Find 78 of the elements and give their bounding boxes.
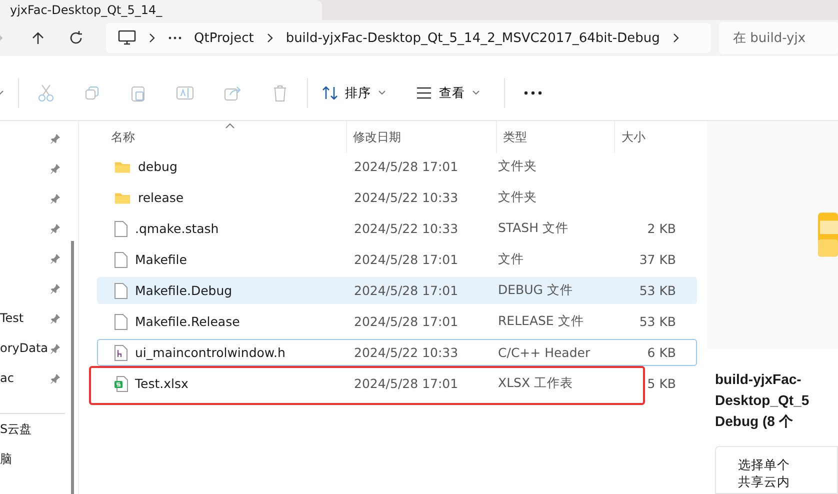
hint-text: 共享云内 — [738, 474, 791, 491]
file-type: 文件 — [497, 251, 525, 268]
file-type: XLSX 工作表 — [497, 375, 574, 392]
sidebar-item[interactable]: 脑 — [0, 450, 12, 468]
file-name: Makefile.Release — [135, 314, 240, 329]
caret-icon — [378, 90, 386, 96]
breadcrumb[interactable]: QtProject — [194, 30, 254, 46]
file-size: 2 KB — [647, 221, 676, 236]
file-type: 文件夹 — [497, 189, 538, 206]
chevron-icon[interactable] — [672, 32, 680, 44]
hint-text: 选择单个 — [738, 457, 791, 474]
file-row[interactable]: ui_maincontrolwindow.h 2024/5/22 10:33 C/C++ Header 6 KB — [97, 339, 697, 366]
file-icon — [114, 314, 128, 330]
folder-icon — [114, 190, 131, 204]
file-type: DEBUG 文件 — [497, 282, 574, 299]
file-size: 5 KB — [647, 376, 676, 391]
file-size: 53 KB — [639, 314, 676, 329]
modified-date: 2024/5/28 17:01 — [353, 376, 460, 391]
file-row[interactable]: release 2024/5/22 10:33 文件夹 — [97, 184, 697, 211]
more-icon[interactable] — [168, 36, 182, 40]
modified-date: 2024/5/28 17:01 — [353, 252, 460, 267]
search-field[interactable]: 在 build-yjx — [719, 22, 838, 54]
modified-date: 2024/5/22 10:33 — [353, 190, 460, 205]
chevron-icon[interactable] — [148, 32, 156, 44]
sidebar-item[interactable]: oryData — [0, 341, 48, 355]
modified-date: 2024/5/28 17:01 — [353, 159, 460, 174]
file-size: 53 KB — [639, 283, 676, 298]
scrollbar[interactable] — [71, 241, 74, 494]
modified-date: 2024/5/22 10:33 — [353, 345, 460, 360]
file-row[interactable]: Test.xlsx 2024/5/28 17:01 XLSX 工作表 5 KB — [97, 370, 697, 397]
file-row[interactable]: Makefile 2024/5/28 17:01 文件 37 KB — [97, 246, 697, 273]
sidebar-item[interactable]: ac — [0, 371, 14, 385]
file-row[interactable]: debug 2024/5/28 17:01 文件夹 — [97, 153, 697, 180]
file-name: debug — [138, 159, 178, 174]
file-icon — [114, 220, 128, 236]
sort-icon — [322, 85, 338, 101]
list-view-icon — [416, 87, 432, 99]
view-button[interactable]: 查看 — [406, 80, 490, 106]
file-name: Makefile — [135, 252, 187, 267]
sidebar-item[interactable]: Test — [0, 311, 24, 325]
file-name: ui_maincontrolwindow.h — [135, 345, 286, 360]
column-header[interactable]: 修改日期 — [346, 121, 496, 153]
refresh-icon[interactable] — [68, 30, 84, 46]
file-row[interactable]: .qmake.stash 2024/5/22 10:33 STASH 文件 2 KB — [97, 215, 697, 242]
spreadsheet-icon — [114, 376, 128, 392]
column-header[interactable]: 大小 — [614, 121, 697, 153]
breadcrumb[interactable]: build-yjxFac-Desktop_Qt_5_14_2_MSVC2017_64bit-Debug — [286, 30, 660, 46]
chevron-icon[interactable] — [266, 32, 274, 44]
file-row[interactable]: Makefile.Release 2024/5/28 17:01 RELEASE 文件 53 KB — [97, 308, 697, 335]
computer-icon[interactable] — [118, 30, 136, 46]
file-type: RELEASE 文件 — [497, 313, 585, 330]
up-arrow-icon[interactable] — [30, 30, 46, 46]
modified-date: 2024/5/22 10:33 — [353, 221, 460, 236]
column-header[interactable]: 名称 — [97, 121, 346, 153]
code-file-icon — [114, 344, 128, 360]
file-type: 文件夹 — [497, 158, 538, 175]
sort-caret-icon — [225, 123, 235, 129]
file-size: 37 KB — [639, 252, 676, 267]
modified-date: 2024/5/28 17:01 — [353, 283, 460, 298]
window-tab[interactable]: yjxFac-Desktop_Qt_5_14_ — [0, 0, 322, 20]
folder-icon — [114, 160, 131, 174]
modified-date: 2024/5/28 17:01 — [353, 314, 460, 329]
column-header[interactable]: 类型 — [496, 121, 614, 153]
file-name: Makefile.Debug — [135, 283, 232, 298]
file-type: STASH 文件 — [497, 220, 570, 237]
file-name: release — [138, 190, 184, 205]
file-name: Test.xlsx — [135, 376, 188, 391]
file-size: 6 KB — [647, 345, 676, 360]
file-name: .qmake.stash — [135, 221, 219, 236]
file-type: C/C++ Header — [497, 345, 592, 360]
more-icon[interactable] — [524, 91, 542, 95]
sort-button[interactable]: 排序 — [312, 80, 396, 106]
caret-icon — [472, 90, 480, 96]
details-title: build-yjxFac- Desktop_Qt_5 Debug (8 个 — [715, 370, 810, 431]
sidebar-item[interactable]: S云盘 — [0, 420, 32, 438]
file-row[interactable]: Makefile.Debug 2024/5/28 17:01 DEBUG 文件 53 KB — [97, 277, 697, 304]
file-icon — [114, 282, 128, 298]
file-icon — [114, 252, 128, 268]
